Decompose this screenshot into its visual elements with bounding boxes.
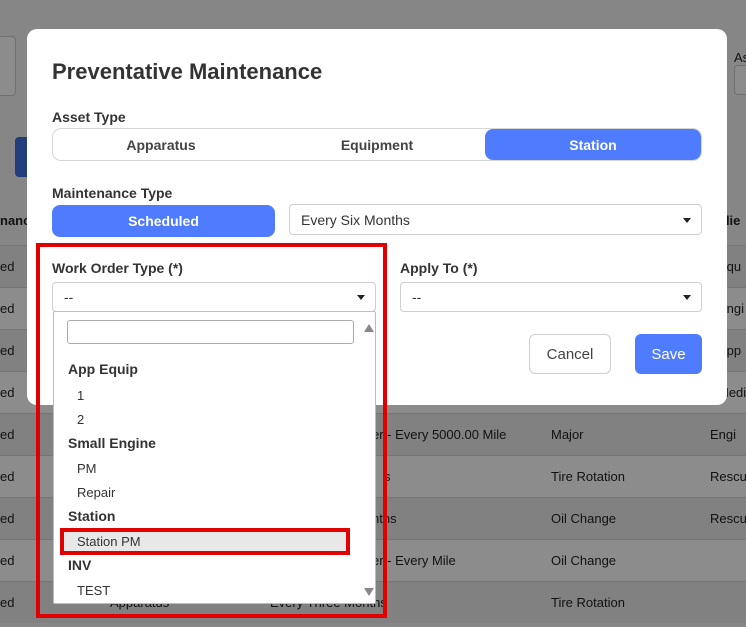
work-order-type-dropdown: App Equip 1 2 Small Engine PM Repair Sta… — [53, 311, 376, 604]
asset-type-apparatus[interactable]: Apparatus — [53, 129, 269, 160]
chevron-down-icon — [683, 295, 691, 300]
asset-type-segmented-control: Apparatus Equipment Station — [52, 128, 702, 161]
asset-type-label: Asset Type — [52, 109, 126, 125]
chevron-down-icon — [683, 217, 691, 223]
work-order-type-label: Work Order Type (*) — [52, 260, 183, 276]
option-group-app-equip: App Equip — [68, 361, 138, 377]
option-station-pm[interactable]: Station PM — [77, 534, 141, 549]
option-1[interactable]: 1 — [77, 388, 84, 403]
apply-to-label: Apply To (*) — [400, 260, 478, 276]
work-order-type-select[interactable]: -- — [52, 282, 376, 312]
maintenance-type-label: Maintenance Type — [52, 185, 173, 201]
option-group-station: Station — [68, 508, 116, 524]
dropdown-scrollbar[interactable] — [361, 312, 375, 603]
frequency-select-value: Every Six Months — [301, 211, 410, 228]
scroll-up-arrow-icon[interactable] — [364, 324, 374, 332]
scroll-down-arrow-icon[interactable] — [364, 588, 374, 596]
option-test[interactable]: TEST — [77, 583, 110, 598]
option-2[interactable]: 2 — [77, 412, 84, 427]
save-button[interactable]: Save — [635, 334, 702, 374]
cancel-button[interactable]: Cancel — [529, 334, 611, 374]
frequency-select[interactable]: Every Six Months — [289, 204, 702, 235]
dropdown-search-input[interactable] — [67, 320, 354, 344]
modal-title: Preventative Maintenance — [52, 59, 323, 84]
asset-type-equipment[interactable]: Equipment — [269, 129, 485, 160]
option-pm[interactable]: PM — [77, 461, 97, 476]
chevron-down-icon — [357, 295, 365, 300]
option-group-small-engine: Small Engine — [68, 435, 156, 451]
apply-to-value: -- — [412, 289, 422, 305]
option-repair[interactable]: Repair — [77, 485, 115, 500]
asset-type-station[interactable]: Station — [485, 129, 701, 160]
option-group-inv: INV — [68, 557, 92, 573]
apply-to-select[interactable]: -- — [400, 282, 702, 312]
scheduled-button[interactable]: Scheduled — [52, 205, 275, 237]
work-order-type-value: -- — [64, 289, 74, 305]
